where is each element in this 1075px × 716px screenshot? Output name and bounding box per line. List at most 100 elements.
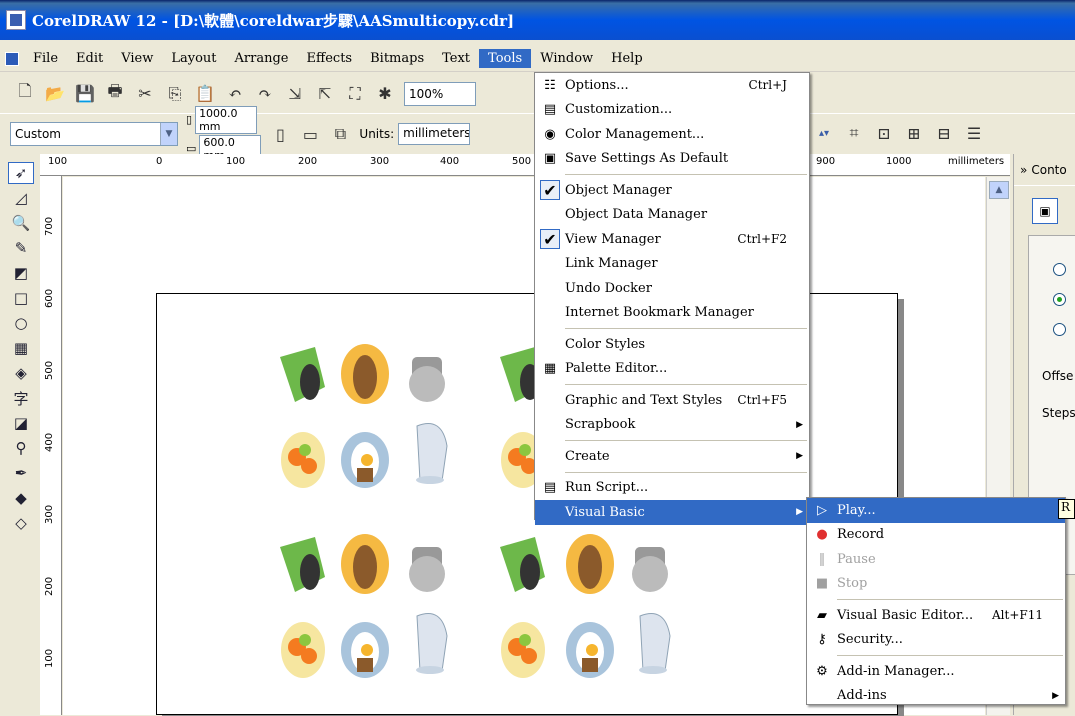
- duplicate-distance-icon[interactable]: ⊡: [873, 122, 895, 144]
- menu-item-stop[interactable]: ■ Stop: [807, 572, 1065, 597]
- checkmark-icon: ✔: [540, 229, 560, 250]
- snap-icon[interactable]: ⊟: [933, 122, 955, 144]
- units-label: Units:: [359, 127, 395, 141]
- outside-radio[interactable]: [1053, 323, 1066, 336]
- menu-item-create[interactable]: Create ▶: [535, 444, 809, 469]
- grid-icon[interactable]: ⌗: [843, 122, 865, 144]
- landscape-icon[interactable]: ▭: [299, 123, 321, 145]
- inside-radio[interactable]: [1053, 293, 1066, 306]
- new-icon[interactable]: 🗋: [14, 81, 36, 105]
- menu-item-addins[interactable]: Add-ins ▶: [807, 684, 1065, 709]
- menu-view[interactable]: View: [112, 49, 162, 68]
- menu-item-addin-manager[interactable]: ⚙ Add-in Manager...: [807, 659, 1065, 684]
- menu-item-internet-bookmark-manager[interactable]: Internet Bookmark Manager: [535, 301, 809, 326]
- paste-icon[interactable]: 📋: [194, 83, 216, 105]
- menu-item-save-settings[interactable]: ▣ Save Settings As Default: [535, 147, 809, 172]
- menu-item-customization[interactable]: ▤ Customization...: [535, 98, 809, 123]
- treat-as-filled-icon[interactable]: ⊞: [903, 122, 925, 144]
- paper-type-select[interactable]: Custom ▼: [10, 122, 178, 146]
- docker-title: Conto: [1031, 162, 1067, 177]
- menu-item-undo-docker[interactable]: Undo Docker: [535, 276, 809, 301]
- print-icon[interactable]: 🖶: [104, 81, 126, 105]
- menu-item-vb-editor[interactable]: ▰ Visual Basic Editor... Alt+F11: [807, 603, 1065, 628]
- text-tool-icon[interactable]: 字: [8, 387, 34, 409]
- menu-item-link-manager[interactable]: Link Manager: [535, 252, 809, 277]
- menu-item-graphic-text-styles[interactable]: Graphic and Text Styles Ctrl+F5: [535, 388, 809, 413]
- open-icon[interactable]: 📂: [44, 83, 66, 105]
- graph-paper-icon[interactable]: ▦: [8, 337, 34, 359]
- menu-item-view-manager[interactable]: ✔ View Manager Ctrl+F2: [535, 227, 809, 252]
- menu-tools[interactable]: Tools: [479, 49, 532, 68]
- paper-type-value: Custom: [15, 127, 61, 141]
- menu-item-object-manager[interactable]: ✔ Object Manager: [535, 178, 809, 203]
- expand-arrows-icon[interactable]: »: [1020, 163, 1027, 177]
- window-title: CorelDRAW 12 - [D:\軟體\coreldwar步驟\AASmul…: [32, 11, 515, 30]
- menu-edit[interactable]: Edit: [67, 49, 112, 68]
- options-icon[interactable]: ☰: [963, 122, 985, 144]
- redo-icon[interactable]: ↷: [254, 83, 276, 105]
- all-pages-icon[interactable]: ⧉: [329, 123, 351, 145]
- menu-file[interactable]: File: [24, 49, 67, 68]
- units-select[interactable]: millimeters: [398, 123, 471, 145]
- copy-icon[interactable]: ⎘: [164, 83, 186, 105]
- chevron-down-icon[interactable]: ▼: [160, 123, 177, 145]
- menu-item-pause[interactable]: ‖ Pause: [807, 547, 1065, 572]
- menu-help[interactable]: Help: [602, 49, 652, 68]
- vertical-ruler[interactable]: 700 600 500 400 300 200 100: [40, 176, 62, 715]
- menu-item-visual-basic[interactable]: Visual Basic ▶: [535, 500, 809, 525]
- portrait-icon[interactable]: ▯: [269, 123, 291, 145]
- interactive-fill-icon[interactable]: ◇: [8, 512, 34, 534]
- fill-tool-icon[interactable]: ◆: [8, 487, 34, 509]
- menu-layout[interactable]: Layout: [162, 49, 225, 68]
- menu-item-run-script[interactable]: ▤ Run Script...: [535, 476, 809, 501]
- tools-menu: ☷ Options... Ctrl+J ▤ Customization... ◉ Col…: [534, 72, 810, 525]
- menu-arrange[interactable]: Arrange: [226, 49, 298, 68]
- zoom-level-input[interactable]: 100%: [404, 81, 476, 106]
- menu-item-object-data-manager[interactable]: Object Data Manager: [535, 203, 809, 228]
- menu-item-record[interactable]: ● Record: [807, 523, 1065, 548]
- shape-tool-icon[interactable]: ◿: [8, 187, 34, 209]
- scroll-up-button[interactable]: ▲: [989, 181, 1009, 199]
- ruler-tick: 0: [156, 156, 163, 167]
- docker-header[interactable]: » Conto: [1014, 154, 1075, 186]
- interactive-blend-icon[interactable]: ◪: [8, 412, 34, 434]
- menu-effects[interactable]: Effects: [298, 49, 362, 68]
- menu-item-scrapbook[interactable]: Scrapbook ▶: [535, 413, 809, 438]
- corel-online-icon[interactable]: ✱: [374, 83, 396, 105]
- zoom-tool-icon[interactable]: 🔍: [8, 212, 34, 234]
- document-icon[interactable]: [0, 48, 24, 70]
- offset-label: Offse: [1042, 369, 1074, 383]
- nudge-spinner-icon[interactable]: ▴▾: [813, 122, 835, 144]
- menu-bitmaps[interactable]: Bitmaps: [361, 49, 433, 68]
- checkmark-icon: ✔: [540, 180, 560, 201]
- eyedropper-icon[interactable]: ⚲: [8, 437, 34, 459]
- menu-item-color-styles[interactable]: Color Styles: [535, 332, 809, 357]
- contour-preset-icon[interactable]: ▣: [1032, 198, 1058, 224]
- coreldraw-app-icon[interactable]: [6, 10, 26, 30]
- menu-item-play[interactable]: ▷ Play...: [807, 498, 1065, 523]
- launcher-icon[interactable]: ⛶: [344, 83, 366, 105]
- menu-window[interactable]: Window: [531, 49, 602, 68]
- menu-item-security[interactable]: ⚷ Security...: [807, 628, 1065, 653]
- export-icon[interactable]: ⇱: [314, 83, 336, 105]
- menu-item-palette-editor[interactable]: ▦ Palette Editor...: [535, 357, 809, 382]
- page-width-input[interactable]: 1000.0 mm: [195, 105, 258, 134]
- ellipse-tool-icon[interactable]: ○: [8, 312, 34, 334]
- menu-item-color-management[interactable]: ◉ Color Management...: [535, 122, 809, 147]
- smart-fill-icon[interactable]: ◩: [8, 262, 34, 284]
- menu-text[interactable]: Text: [433, 49, 479, 68]
- cut-icon[interactable]: ✂: [134, 83, 156, 105]
- submenu-arrow-icon: ▶: [1052, 690, 1059, 701]
- outline-tool-icon[interactable]: ✒: [8, 462, 34, 484]
- import-icon[interactable]: ⇲: [284, 83, 306, 105]
- horizontal-ruler[interactable]: 100 0 100 200 300 400 500 900 1000 milli…: [40, 154, 1010, 176]
- freehand-tool-icon[interactable]: ✎: [8, 237, 34, 259]
- to-center-radio[interactable]: [1053, 263, 1066, 276]
- undo-icon[interactable]: ↶: [224, 83, 246, 105]
- ruler-tick: 300: [44, 504, 55, 524]
- basic-shapes-icon[interactable]: ◈: [8, 362, 34, 384]
- save-icon[interactable]: 💾: [74, 83, 96, 105]
- rectangle-tool-icon[interactable]: □: [8, 287, 34, 309]
- menu-item-options[interactable]: ☷ Options... Ctrl+J: [535, 73, 809, 98]
- pick-tool-icon[interactable]: ➶: [8, 162, 34, 184]
